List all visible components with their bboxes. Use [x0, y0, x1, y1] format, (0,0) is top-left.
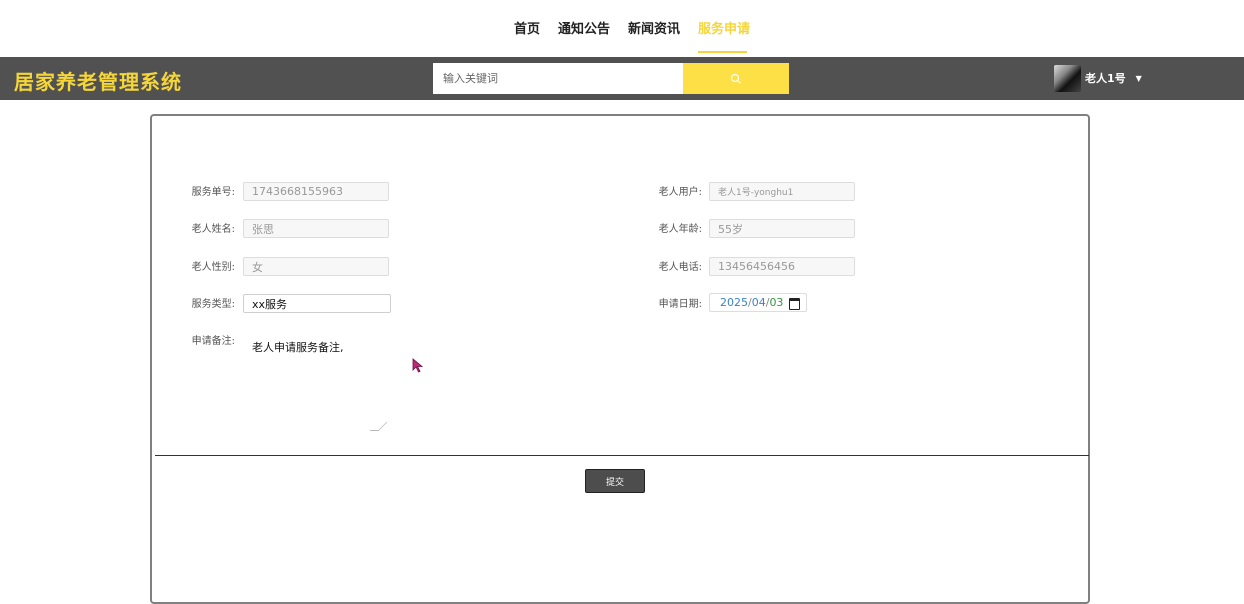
date-month: 04 [751, 296, 766, 309]
service-apply-form: 服务单号: 1743668155963 老人姓名: 张思 老人性别: 女 服务类… [150, 114, 1090, 604]
caret-down-icon[interactable]: ▼ [1136, 74, 1142, 83]
form-divider [155, 455, 1089, 456]
elder-age-field[interactable]: 55岁 [709, 219, 855, 238]
header-bar: 居家养老管理系统 老人1号 ▼ [0, 57, 1244, 100]
service-type-label: 服务类型: [191, 299, 235, 310]
search-button[interactable] [683, 63, 789, 94]
date-year: 2025 [720, 296, 748, 309]
elder-gender-label: 老人性别: [191, 262, 235, 273]
elder-gender-field[interactable]: 女 [243, 257, 389, 276]
nav-home[interactable]: 首页 [514, 18, 540, 37]
elder-phone-field[interactable]: 13456456456 [709, 257, 855, 276]
avatar[interactable] [1054, 64, 1081, 92]
elder-user-label: 老人用户: [658, 187, 702, 198]
elder-phone-label: 老人电话: [658, 262, 702, 273]
search-icon [730, 73, 741, 84]
nav-notices[interactable]: 通知公告 [558, 18, 610, 37]
nav-active-underline [698, 51, 747, 53]
brand-title: 居家养老管理系统 [14, 70, 182, 94]
user-name[interactable]: 老人1号 [1085, 70, 1126, 86]
nav-news[interactable]: 新闻资讯 [628, 18, 680, 37]
nav-service-apply[interactable]: 服务申请 [698, 18, 750, 37]
calendar-icon[interactable] [789, 298, 800, 310]
service-no-field[interactable]: 1743668155963 [243, 182, 389, 201]
search-input[interactable] [433, 63, 683, 94]
elder-age-label: 老人年龄: [658, 224, 702, 235]
remark-textarea[interactable]: 老人申请服务备注, [244, 333, 384, 433]
elder-user-field[interactable]: 老人1号-yonghu1 [709, 182, 855, 201]
search-bar [433, 63, 789, 94]
apply-date-label: 申请日期: [658, 299, 702, 310]
elder-name-field[interactable]: 张思 [243, 219, 389, 238]
top-nav: 首页 通知公告 新闻资讯 服务申请 [0, 0, 1244, 57]
user-menu[interactable]: 老人1号 ▼ [1054, 63, 1142, 93]
submit-button[interactable]: 提交 [585, 469, 645, 493]
service-type-field[interactable]: xx服务 [243, 294, 391, 313]
service-no-label: 服务单号: [191, 187, 235, 198]
elder-name-label: 老人姓名: [191, 224, 235, 235]
apply-date-field[interactable]: 2025/04/03 [709, 293, 807, 312]
date-day: 03 [769, 296, 784, 309]
mouse-cursor-icon [412, 358, 424, 373]
remark-label: 申请备注: [191, 336, 235, 347]
